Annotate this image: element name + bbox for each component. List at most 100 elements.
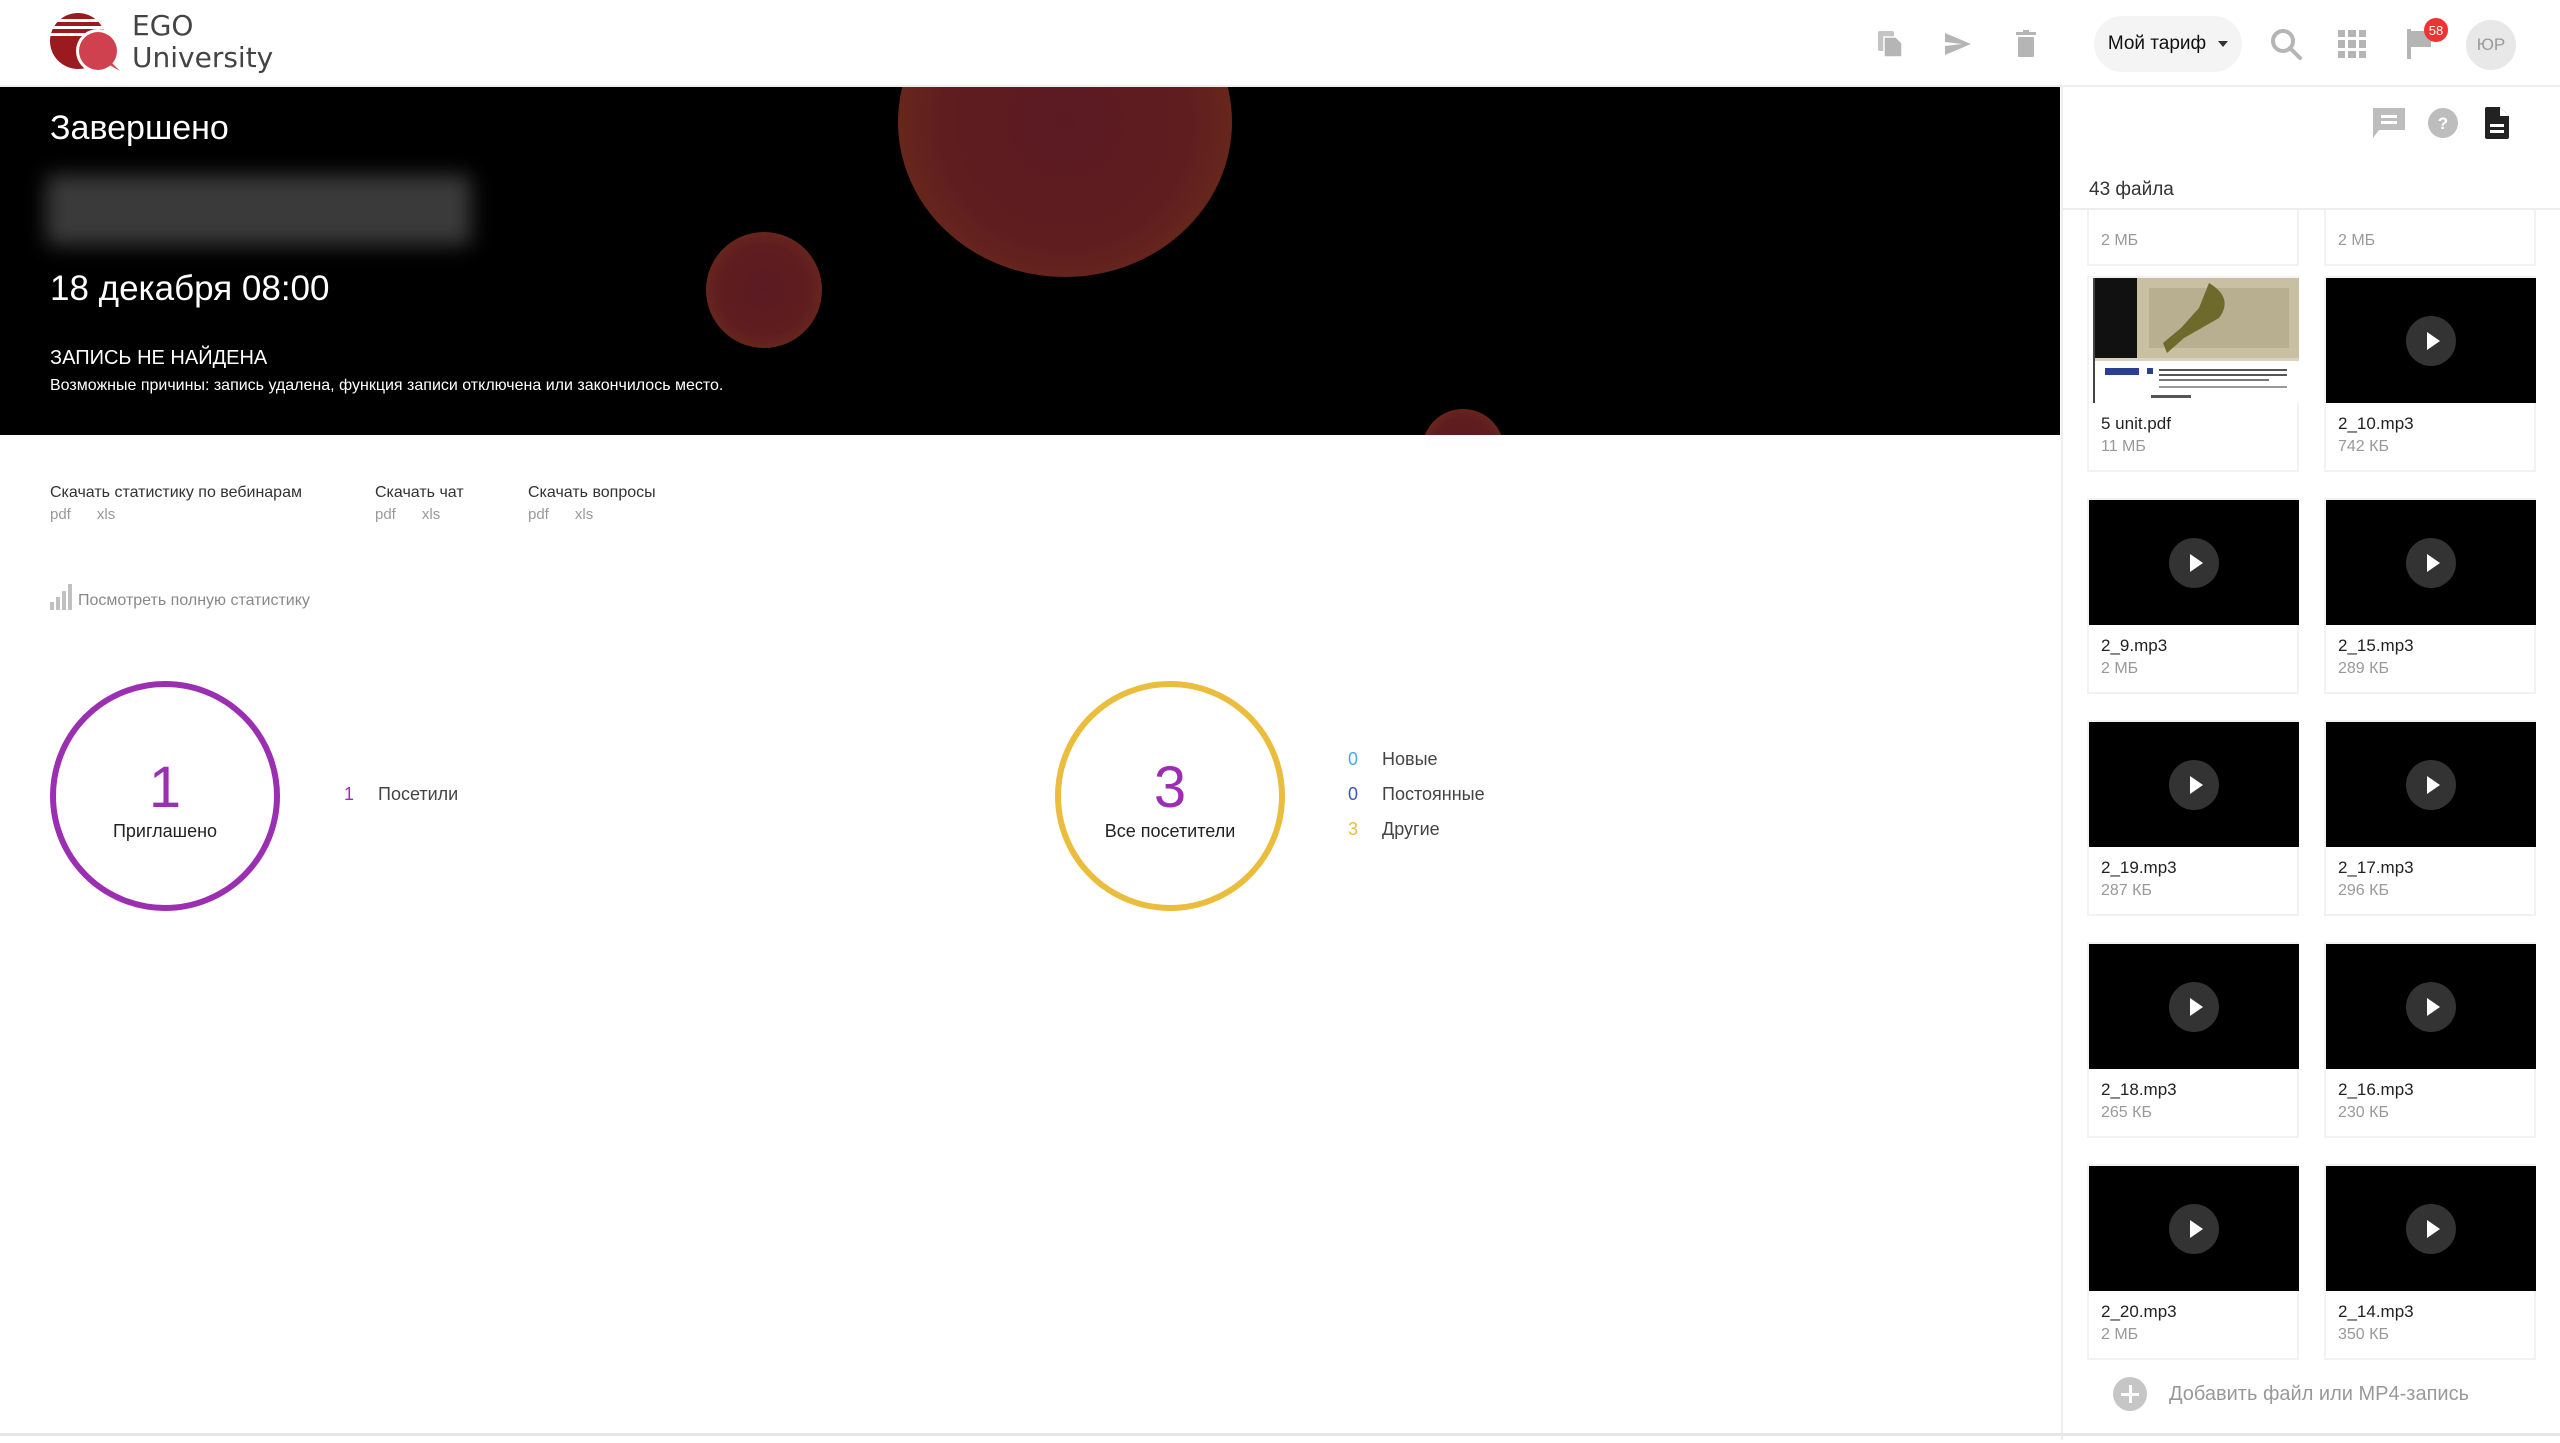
file-size: 742 КБ — [2338, 438, 2389, 455]
file-name: 2_20.mp3 — [2101, 1302, 2177, 1321]
decor-circle — [1422, 409, 1504, 435]
logo[interactable]: EGO University — [48, 10, 273, 74]
record-not-found-title: ЗАПИСЬ НЕ НАЙДЕНА — [50, 347, 268, 369]
full-stats-label: Посмотреть полную статистику — [78, 592, 310, 609]
play-icon[interactable] — [2169, 537, 2219, 588]
file-name: 2_14.mp3 — [2338, 1302, 2414, 1321]
file-size: 2 МБ — [2101, 1326, 2139, 1343]
file-size: 2 МБ — [2101, 232, 2139, 249]
file-card[interactable]: 2_19.mp3 287 КБ — [2087, 720, 2299, 916]
file-name: 2_17.mp3 — [2338, 858, 2414, 877]
file-card[interactable]: 2 МБ — [2087, 210, 2299, 266]
file-size: 11 МБ — [2101, 438, 2146, 455]
play-icon[interactable] — [2406, 981, 2456, 1032]
download-xls-link[interactable]: xls — [422, 506, 440, 523]
legend-label: Другие — [1382, 819, 1440, 839]
audio-thumbnail — [2326, 1166, 2536, 1291]
document-icon[interactable] — [2477, 103, 2517, 143]
download-label: Скачать чат — [375, 484, 464, 501]
search-icon[interactable] — [2266, 24, 2306, 64]
notification-badge: 58 — [2424, 18, 2448, 42]
audio-thumbnail — [2089, 1166, 2299, 1291]
legend-new: 0 Новые — [1348, 749, 1438, 770]
file-card[interactable]: 2_10.mp3 742 КБ — [2324, 276, 2536, 472]
file-size: 2 МБ — [2101, 660, 2139, 677]
audio-thumbnail — [2089, 944, 2299, 1069]
download-label: Скачать статистику по вебинарам — [50, 484, 302, 501]
file-card[interactable]: 2_16.mp3 230 КБ — [2324, 942, 2536, 1138]
file-name: 2_19.mp3 — [2101, 858, 2177, 877]
tariff-dropdown[interactable]: Мой тариф — [2094, 16, 2242, 72]
svg-text:?: ? — [2438, 114, 2448, 133]
invited-count: 1 — [148, 754, 182, 820]
webinar-banner: Завершено 18 декабря 08:00 ЗАПИСЬ НЕ НАЙ… — [0, 87, 2060, 435]
file-card[interactable]: 5 unit.pdf 11 МБ — [2087, 276, 2299, 472]
file-card[interactable]: 2_20.mp3 2 МБ — [2087, 1164, 2299, 1360]
legend-value: 1 — [344, 784, 355, 804]
file-size: 230 КБ — [2338, 1104, 2389, 1121]
download-webinar-stats: Скачать статистику по вебинарам pdf xls — [50, 484, 302, 523]
legend-label: Новые — [1382, 749, 1438, 769]
files-count: 43 файла — [2089, 179, 2174, 200]
logo-icon — [50, 13, 120, 73]
audio-thumbnail — [2326, 944, 2536, 1069]
play-icon[interactable] — [2406, 1203, 2456, 1254]
bottom-divider — [0, 1433, 2560, 1436]
file-card[interactable]: 2_18.mp3 265 КБ — [2087, 942, 2299, 1138]
file-size: 2 МБ — [2338, 232, 2376, 249]
full-stats-link[interactable]: Посмотреть полную статистику — [50, 584, 310, 610]
caret-down-icon — [2218, 41, 2229, 47]
play-icon[interactable] — [2406, 759, 2456, 810]
file-card[interactable]: 2_17.mp3 296 КБ — [2324, 720, 2536, 916]
bar-chart-icon — [50, 584, 72, 610]
legend-returning: 0 Постоянные — [1348, 784, 1485, 805]
file-card[interactable]: 2_15.mp3 289 КБ — [2324, 498, 2536, 694]
legend-label: Постоянные — [1382, 784, 1485, 804]
chat-icon[interactable] — [2369, 103, 2409, 143]
legend-label: Посетили — [378, 784, 459, 804]
download-pdf-link[interactable]: pdf — [50, 506, 71, 523]
play-icon[interactable] — [2406, 537, 2456, 588]
send-icon[interactable] — [1940, 26, 1976, 62]
download-xls-link[interactable]: xls — [575, 506, 593, 523]
file-name: 2_15.mp3 — [2338, 636, 2414, 655]
download-pdf-link[interactable]: pdf — [375, 506, 396, 523]
plus-icon — [2113, 1377, 2147, 1411]
file-name: 2_10.mp3 — [2338, 414, 2414, 433]
play-icon[interactable] — [2169, 759, 2219, 810]
file-card[interactable]: 2_9.mp3 2 МБ — [2087, 498, 2299, 694]
download-chat: Скачать чат pdf xls — [375, 484, 466, 523]
file-size: 350 КБ — [2338, 1326, 2389, 1343]
legend-value: 3 — [1348, 819, 1359, 839]
play-icon[interactable] — [2169, 1203, 2219, 1254]
copy-icon[interactable] — [1872, 26, 1908, 62]
legend-value: 0 — [1348, 749, 1359, 769]
audio-thumbnail — [2326, 722, 2536, 847]
legend-value: 0 — [1348, 784, 1359, 804]
top-header: EGO University Мой тариф 58 ЮР — [0, 0, 2560, 87]
logo-text: EGO University — [132, 10, 273, 74]
trash-icon[interactable] — [2008, 26, 2044, 62]
user-avatar[interactable]: ЮР — [2466, 20, 2516, 70]
audio-thumbnail — [2326, 500, 2536, 625]
visitors-label: Все посетители — [1104, 820, 1236, 841]
file-card[interactable]: 2_14.mp3 350 КБ — [2324, 1164, 2536, 1360]
apps-grid-icon[interactable] — [2334, 26, 2370, 62]
legend-visited: 1 Посетили — [344, 784, 458, 805]
download-xls-link[interactable]: xls — [97, 506, 115, 523]
play-icon[interactable] — [2169, 981, 2219, 1032]
file-name: 2_16.mp3 — [2338, 1080, 2414, 1099]
file-card[interactable]: 2 МБ — [2324, 210, 2536, 266]
visitors-count: 3 — [1153, 754, 1187, 820]
play-icon[interactable] — [2406, 315, 2456, 366]
download-pdf-link[interactable]: pdf — [528, 506, 549, 523]
invited-label: Приглашено — [112, 820, 218, 841]
audio-thumbnail — [2089, 722, 2299, 847]
add-file-button[interactable]: Добавить файл или MP4-запись — [2113, 1377, 2469, 1411]
download-label: Скачать вопросы — [528, 484, 656, 501]
files-list[interactable]: 2 МБ 2 МБ 5 unit.pdf 11 МБ 2_10.mp3 742 … — [2063, 210, 2560, 1443]
file-size: 287 КБ — [2101, 882, 2152, 899]
logo-line-1: EGO — [132, 9, 194, 42]
help-icon[interactable]: ? — [2423, 103, 2463, 143]
record-not-found-reason: Возможные причины: запись удалена, функц… — [50, 377, 724, 394]
